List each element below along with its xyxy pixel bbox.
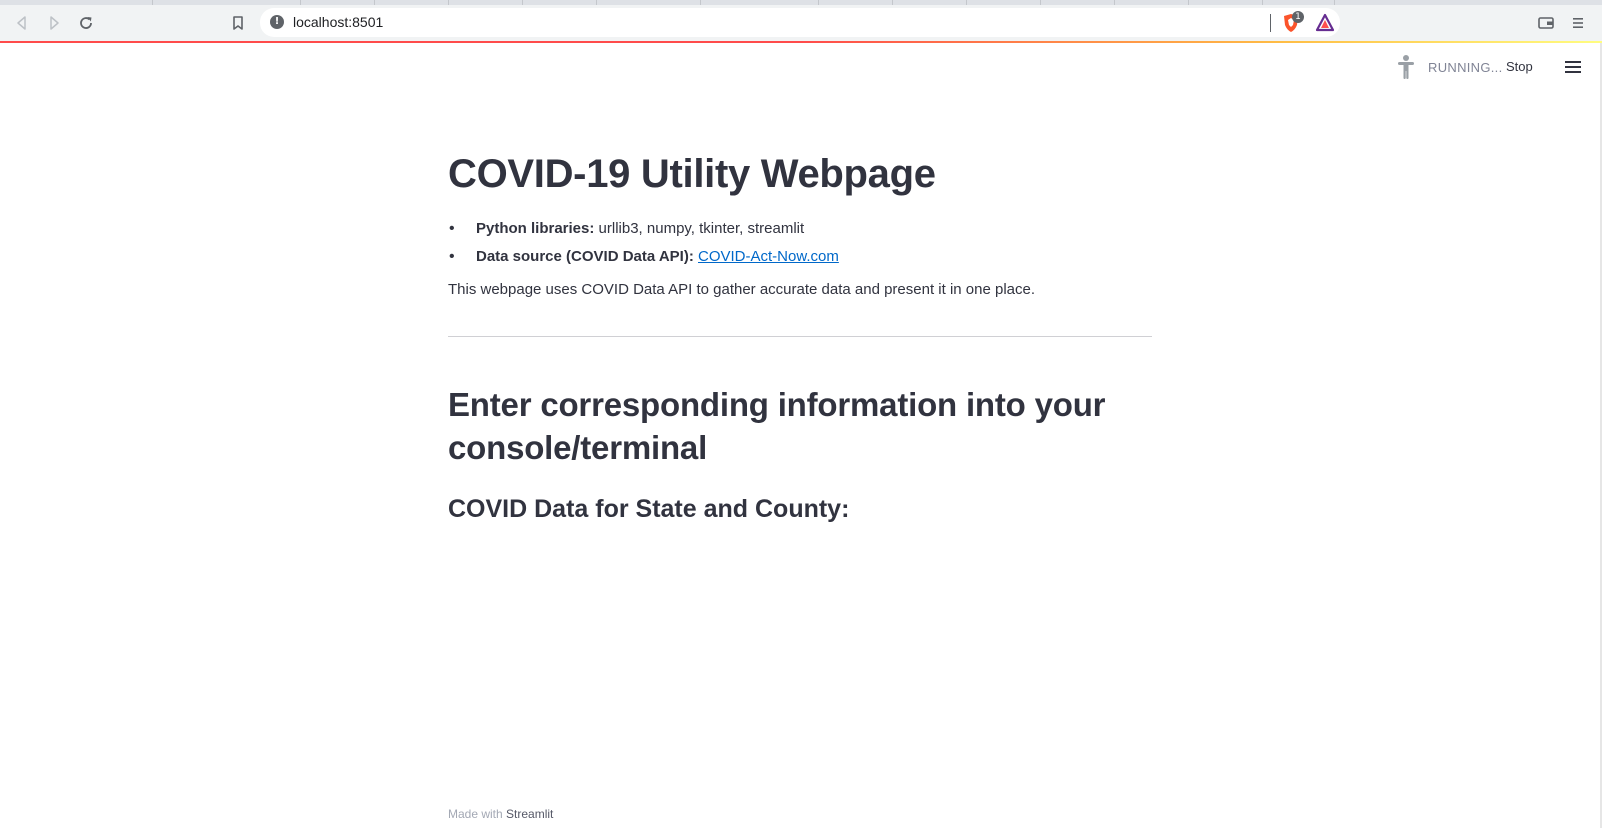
- running-man-icon: [1398, 55, 1414, 79]
- bookmark-icon: [233, 16, 243, 30]
- back-button[interactable]: [10, 11, 34, 35]
- address-divider: [1270, 14, 1271, 32]
- site-info-icon[interactable]: !: [270, 15, 284, 29]
- menu-icon: [1573, 18, 1583, 28]
- main-content: COVID-19 Utility Webpage Python librarie…: [448, 150, 1152, 525]
- brave-rewards-icon[interactable]: [1315, 13, 1335, 33]
- page-title: COVID-19 Utility Webpage: [448, 152, 936, 196]
- subheading: COVID Data for State and County:: [448, 495, 850, 523]
- forward-button[interactable]: [42, 11, 66, 35]
- list-item: Data source (COVID Data API): COVID-Act-…: [449, 246, 1152, 267]
- description-text: This webpage uses COVID Data API to gath…: [448, 281, 1036, 298]
- shields-badge: 1: [1292, 11, 1304, 23]
- streamlit-header: RUNNING... Stop: [0, 43, 1602, 93]
- back-icon: [17, 16, 26, 30]
- address-bar[interactable]: ! localhost:8501 1: [260, 8, 1340, 37]
- streamlit-link[interactable]: Streamlit: [506, 807, 553, 821]
- list-item-text: urllib3, numpy, tkinter, streamlit: [598, 220, 805, 237]
- footer-prefix: Made with: [448, 807, 503, 821]
- browser-menu-button[interactable]: [1566, 11, 1590, 35]
- wallet-button[interactable]: [1534, 11, 1558, 35]
- list-item-label: Data source (COVID Data API):: [476, 248, 694, 265]
- divider: [448, 336, 1152, 337]
- section-heading: Enter corresponding information into you…: [448, 386, 1106, 466]
- wallet-icon: [1538, 17, 1554, 29]
- running-status: RUNNING...: [1428, 60, 1503, 75]
- data-source-link[interactable]: COVID-Act-Now.com: [698, 248, 839, 265]
- list-item: Python libraries: urllib3, numpy, tkinte…: [449, 218, 1152, 239]
- list-item-label: Python libraries:: [476, 220, 595, 237]
- hamburger-icon-line: [1565, 66, 1581, 68]
- hamburger-icon-line: [1565, 61, 1581, 63]
- main-menu-button[interactable]: [1565, 59, 1585, 75]
- info-list: Python libraries: urllib3, numpy, tkinte…: [448, 218, 1152, 267]
- stop-button[interactable]: Stop: [1506, 59, 1533, 74]
- forward-icon: [50, 16, 59, 30]
- reload-button[interactable]: [74, 11, 98, 35]
- browser-toolbar: ! localhost:8501 1: [0, 5, 1602, 41]
- footer: Made with Streamlit: [448, 807, 553, 821]
- hamburger-icon-line: [1565, 71, 1581, 73]
- bookmark-button[interactable]: [226, 11, 250, 35]
- reload-icon: [80, 17, 92, 29]
- address-url[interactable]: localhost:8501: [293, 14, 383, 30]
